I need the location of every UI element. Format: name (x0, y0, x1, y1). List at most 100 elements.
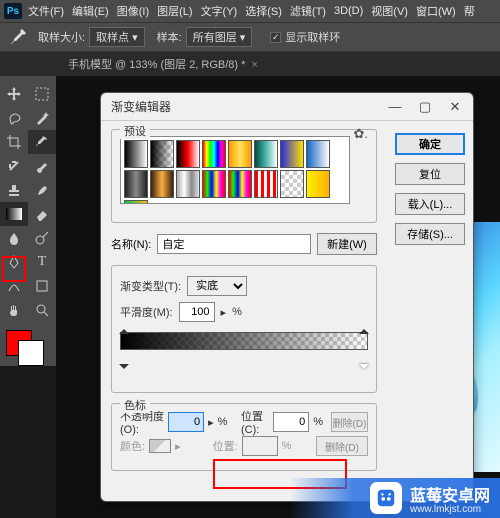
preset-thumb[interactable] (124, 200, 148, 204)
show-ring-checkbox[interactable]: ✓ (270, 32, 281, 43)
presets-menu-icon[interactable]: ✿. (353, 126, 368, 142)
path-tool[interactable] (0, 274, 28, 298)
sample-select[interactable]: 所有图层 ▾ (186, 27, 253, 47)
preset-thumb[interactable] (150, 140, 174, 168)
opacity-input[interactable] (168, 412, 204, 432)
preset-thumb[interactable] (228, 140, 252, 168)
gradient-bar[interactable] (120, 332, 368, 372)
stops-panel: 色标 不透明度(O): ▸ % 位置(C): % 删除(D) 颜色: ▸ (111, 403, 377, 471)
location-input[interactable] (273, 412, 309, 432)
percent-label: % (232, 306, 242, 318)
location2-input (242, 436, 278, 456)
chevron-down-icon: ▾ (132, 32, 138, 44)
menu-file[interactable]: 文件(F) (28, 3, 64, 19)
background-swatch[interactable] (18, 340, 44, 366)
location-label: 位置(C): (241, 408, 269, 436)
crop-tool[interactable] (0, 130, 28, 154)
blur-tool[interactable] (0, 226, 28, 250)
hand-tool[interactable] (0, 298, 28, 322)
menu-window[interactable]: 窗口(W) (416, 3, 456, 19)
stops-label: 色标 (120, 397, 150, 413)
wand-tool[interactable] (28, 106, 56, 130)
dialog-titlebar[interactable]: 渐变编辑器 — ▢ ✕ (101, 93, 473, 121)
menubar: Ps 文件(F) 编辑(E) 图像(I) 图层(L) 文字(Y) 选择(S) 滤… (0, 0, 500, 22)
marquee-tool[interactable] (28, 82, 56, 106)
smooth-input[interactable] (179, 302, 215, 322)
stamp-tool[interactable] (0, 178, 28, 202)
menu-select[interactable]: 选择(S) (245, 3, 282, 19)
preset-thumb[interactable] (280, 170, 304, 198)
name-input[interactable] (157, 234, 311, 254)
load-button[interactable]: 载入(L)... (395, 193, 465, 215)
watermark: 蓝莓安卓网 www.lmkjst.com (290, 478, 500, 518)
zoom-tool[interactable] (28, 298, 56, 322)
document-tab[interactable]: 手机模型 @ 133% (图层 2, RGB/8) *× (60, 56, 266, 72)
opacity-stepper-icon[interactable]: ▸ (208, 416, 214, 429)
preset-thumb[interactable] (254, 170, 278, 198)
menu-type[interactable]: 文字(Y) (201, 3, 238, 19)
history-brush-tool[interactable] (28, 178, 56, 202)
menu-view[interactable]: 视图(V) (371, 3, 408, 19)
preset-thumb[interactable] (280, 140, 304, 168)
preset-thumb[interactable] (176, 140, 200, 168)
shape-tool[interactable] (28, 274, 56, 298)
sample-size-select[interactable]: 取样点 ▾ (89, 27, 145, 47)
watermark-url: www.lmkjst.com (410, 504, 490, 515)
smooth-stepper-icon[interactable]: ▸ (221, 306, 227, 319)
menu-3d[interactable]: 3D(D) (334, 5, 363, 17)
menu-layer[interactable]: 图层(L) (157, 3, 192, 19)
preset-thumb[interactable] (176, 170, 200, 198)
eyedropper-tool[interactable] (28, 130, 56, 154)
preset-thumb[interactable] (150, 170, 174, 198)
preset-thumb[interactable] (306, 170, 330, 198)
menu-help[interactable]: 帮 (464, 3, 475, 19)
menu-filter[interactable]: 滤镜(T) (290, 3, 326, 19)
ok-button[interactable]: 确定 (395, 133, 465, 155)
location2-label: 位置: (213, 438, 238, 454)
preset-thumb[interactable] (124, 140, 148, 168)
preset-thumb[interactable] (228, 170, 252, 198)
dodge-tool[interactable] (28, 226, 56, 250)
lasso-tool[interactable] (0, 106, 28, 130)
color-swatches[interactable] (6, 330, 50, 366)
eraser-tool[interactable] (28, 202, 56, 226)
smooth-label: 平滑度(M): (120, 304, 173, 320)
type-select[interactable]: 实底 (187, 276, 247, 296)
reset-button[interactable]: 复位 (395, 163, 465, 185)
percent-label: % (313, 416, 323, 428)
close-tab-icon[interactable]: × (251, 59, 257, 71)
preset-thumb[interactable] (202, 140, 226, 168)
maximize-icon[interactable]: ▢ (417, 99, 433, 115)
percent-label: % (282, 440, 292, 452)
type-tool[interactable]: T (28, 250, 56, 274)
save-button[interactable]: 存储(S)... (395, 223, 465, 245)
type-label: 渐变类型(T): (120, 278, 181, 294)
options-bar: 取样大小: 取样点 ▾ 样本: 所有图层 ▾ ✓ 显示取样环 (0, 22, 500, 52)
menu-edit[interactable]: 编辑(E) (72, 3, 109, 19)
watermark-text: 蓝莓安卓网 (410, 482, 490, 506)
color-stepper-icon: ▸ (175, 440, 181, 453)
menu-image[interactable]: 图像(I) (117, 3, 149, 19)
sample-size-label: 取样大小: (38, 29, 85, 45)
color-label: 颜色: (120, 438, 145, 454)
name-label: 名称(N): (111, 236, 151, 252)
presets-panel: 预设 ✿. (111, 129, 377, 223)
close-icon[interactable]: ✕ (447, 99, 463, 115)
pen-tool[interactable] (0, 250, 28, 274)
move-tool[interactable] (0, 82, 28, 106)
ps-logo: Ps (4, 3, 22, 19)
preset-thumb[interactable] (124, 170, 148, 198)
preset-thumb[interactable] (254, 140, 278, 168)
watermark-logo (370, 482, 402, 514)
preset-thumb[interactable] (202, 170, 226, 198)
gradient-tool[interactable] (0, 202, 28, 226)
minimize-icon[interactable]: — (387, 99, 403, 115)
chevron-down-icon: ▾ (240, 32, 246, 44)
sample-label: 样本: (157, 29, 182, 45)
heal-tool[interactable] (0, 154, 28, 178)
brush-tool[interactable] (28, 154, 56, 178)
delete-opacity-stop-button[interactable]: 删除(D) (331, 412, 368, 432)
show-ring-label: 显示取样环 (285, 29, 340, 45)
new-button[interactable]: 新建(W) (317, 233, 377, 255)
preset-thumb[interactable] (306, 140, 330, 168)
